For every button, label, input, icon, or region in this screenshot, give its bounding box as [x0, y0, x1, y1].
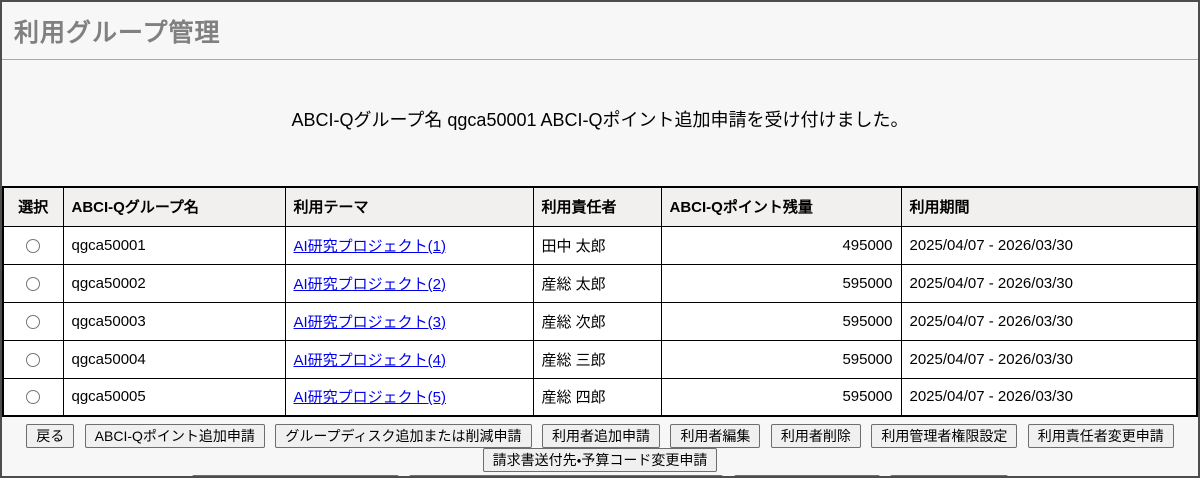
- points-cell: 595000: [660, 301, 902, 341]
- theme-link[interactable]: AI研究プロジェクト(3): [294, 314, 447, 331]
- points-cell: 495000: [660, 225, 902, 265]
- manager-cell: 産総 次郎: [532, 301, 662, 341]
- manager-cell: 産総 三郎: [532, 339, 662, 379]
- user-add-request-button[interactable]: 利用者追加申請: [541, 424, 660, 448]
- invoice-address-budget-code-change-button[interactable]: 請求書送付先・予算コード変更申請: [482, 448, 718, 472]
- table-row: qgca50001 AI研究プロジェクト(1) 田中 太郎 495000 202…: [2, 225, 1198, 265]
- theme-link[interactable]: AI研究プロジェクト(4): [294, 352, 447, 369]
- confirmation-message: ABCI-Qグループ名 qgca50001 ABCI-Qポイント追加申請を受け付…: [291, 110, 909, 130]
- theme-link[interactable]: AI研究プロジェクト(5): [294, 389, 447, 406]
- col-header-theme: 利用テーマ: [284, 186, 534, 227]
- usage-group-management-page: 利用グループ管理 ABCI-Qグループ名 qgca50001 ABCI-Qポイン…: [0, 0, 1200, 478]
- period-cell: 2025/04/07 - 2026/03/30: [900, 225, 1198, 265]
- table-row: qgca50002 AI研究プロジェクト(2) 産総 太郎 595000 202…: [2, 263, 1198, 303]
- period-cell: 2025/04/07 - 2026/03/30: [900, 263, 1198, 303]
- col-header-period: 利用期間: [900, 186, 1198, 227]
- usage-manager-change-request-button[interactable]: 利用責任者変更申請: [1027, 424, 1174, 448]
- user-delete-button[interactable]: 利用者削除: [770, 424, 861, 448]
- col-header-manager: 利用責任者: [532, 186, 662, 227]
- group-disk-add-remove-request-button[interactable]: グループディスク追加または削減申請: [275, 424, 532, 448]
- group-name-cell: qgca50003: [62, 301, 286, 341]
- user-edit-button[interactable]: 利用者編集: [670, 424, 761, 448]
- table-header-row: 選択 ABCI-Qグループ名 利用テーマ 利用責任者 ABCI-Qポイント残量 …: [2, 186, 1198, 227]
- period-cell: 2025/04/07 - 2026/03/30: [900, 301, 1198, 341]
- group-name-cell: qgca50005: [62, 377, 286, 417]
- group-select-radio[interactable]: [26, 390, 41, 405]
- table-row: qgca50004 AI研究プロジェクト(4) 産総 三郎 595000 202…: [2, 339, 1198, 379]
- page-title: 利用グループ管理: [14, 18, 221, 47]
- group-table: 選択 ABCI-Qグループ名 利用テーマ 利用責任者 ABCI-Qポイント残量 …: [2, 186, 1198, 417]
- group-name-cell: qgca50004: [62, 339, 286, 379]
- group-select-radio[interactable]: [26, 352, 41, 367]
- col-header-select: 選択: [2, 186, 64, 227]
- period-cell: 2025/04/07 - 2026/03/30: [900, 339, 1198, 379]
- page-header: 利用グループ管理: [2, 2, 1198, 60]
- col-header-group-name: ABCI-Qグループ名: [62, 186, 286, 227]
- abciq-point-add-request-button[interactable]: ABCI-Qポイント追加申請: [84, 424, 265, 448]
- manager-cell: 産総 太郎: [532, 263, 662, 303]
- period-cell: 2025/04/07 - 2026/03/30: [900, 377, 1198, 417]
- table-row: qgca50003 AI研究プロジェクト(3) 産総 次郎 595000 202…: [2, 301, 1198, 341]
- action-button-bar: 戻る ABCI-Qポイント追加申請 グループディスク追加または削減申請 利用者追…: [2, 424, 1198, 476]
- manager-cell: 田中 太郎: [532, 225, 662, 265]
- group-select-radio[interactable]: [26, 314, 41, 329]
- table-row: qgca50005 AI研究プロジェクト(5) 産総 四郎 595000 202…: [2, 377, 1198, 417]
- group-select-radio[interactable]: [26, 276, 41, 291]
- col-header-points: ABCI-Qポイント残量: [660, 186, 902, 227]
- theme-link[interactable]: AI研究プロジェクト(1): [294, 238, 447, 255]
- back-button[interactable]: 戻る: [26, 424, 75, 448]
- group-name-cell: qgca50001: [62, 225, 286, 265]
- points-cell: 595000: [660, 377, 902, 417]
- usage-admin-permission-button[interactable]: 利用管理者権限設定: [871, 424, 1018, 448]
- manager-cell: 産総 四郎: [532, 377, 662, 417]
- theme-link[interactable]: AI研究プロジェクト(2): [294, 276, 447, 293]
- button-row-1: 戻る ABCI-Qポイント追加申請 グループディスク追加または削減申請 利用者追…: [2, 424, 1198, 472]
- points-cell: 595000: [660, 263, 902, 303]
- points-cell: 595000: [660, 339, 902, 379]
- group-select-radio[interactable]: [26, 238, 41, 253]
- group-name-cell: qgca50002: [62, 263, 286, 303]
